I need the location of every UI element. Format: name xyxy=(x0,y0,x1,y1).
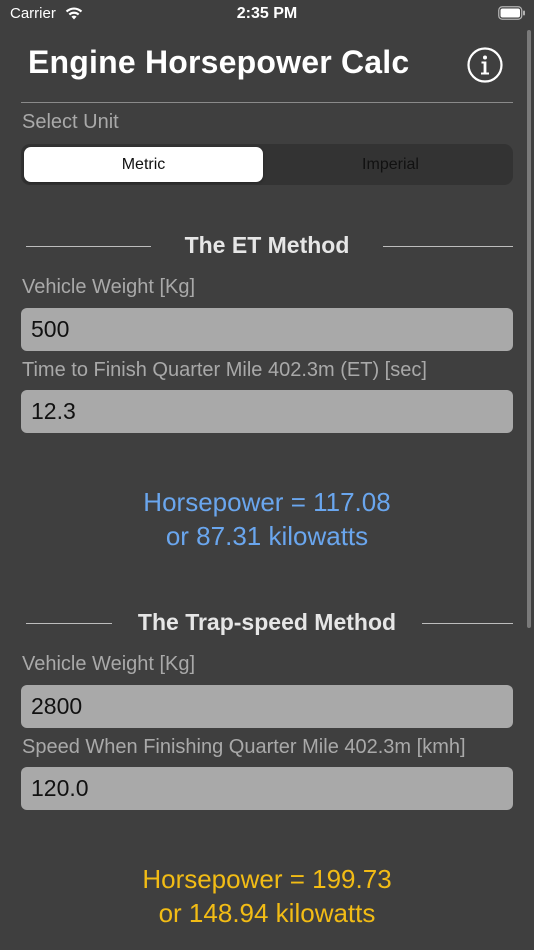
info-circle-icon xyxy=(467,47,503,83)
trap-weight-label: Vehicle Weight [Kg] xyxy=(22,653,196,675)
info-button[interactable] xyxy=(466,46,504,84)
trap-speed-label: Speed When Finishing Quarter Mile 402.3m… xyxy=(22,736,466,758)
et-result-horsepower: Horsepower = 117.08 xyxy=(143,487,391,517)
trap-result-kilowatts: or 148.94 kilowatts xyxy=(158,898,376,928)
trap-result-horsepower: Horsepower = 199.73 xyxy=(142,864,392,894)
segment-imperial[interactable]: Imperial xyxy=(271,147,510,182)
status-bar: Carrier 2:35 PM xyxy=(0,0,534,30)
page-title: Engine Horsepower Calc xyxy=(28,44,410,80)
header-divider xyxy=(21,102,513,103)
et-result-kilowatts: or 87.31 kilowatts xyxy=(165,521,369,551)
battery-icon xyxy=(498,6,526,25)
et-weight-input[interactable]: 500 xyxy=(21,308,513,351)
trap-method-header: The Trap-speed Method xyxy=(0,609,534,639)
unit-segmented-control: Metric Imperial xyxy=(21,144,513,185)
trap-speed-input[interactable]: 120.0 xyxy=(21,767,513,810)
et-time-input[interactable]: 12.3 xyxy=(21,390,513,433)
scrollbar[interactable] xyxy=(527,30,531,628)
trap-weight-input[interactable]: 2800 xyxy=(21,685,513,728)
et-method-header: The ET Method xyxy=(0,232,534,262)
et-weight-label: Vehicle Weight [Kg] xyxy=(22,276,196,298)
trap-heading-line-right xyxy=(422,623,513,624)
select-unit-label: Select Unit xyxy=(22,111,119,133)
et-time-label: Time to Finish Quarter Mile 402.3m (ET) … xyxy=(22,359,427,381)
status-time: 2:35 PM xyxy=(236,5,298,22)
segment-metric[interactable]: Metric xyxy=(24,147,263,182)
et-heading-line-right xyxy=(383,246,513,247)
